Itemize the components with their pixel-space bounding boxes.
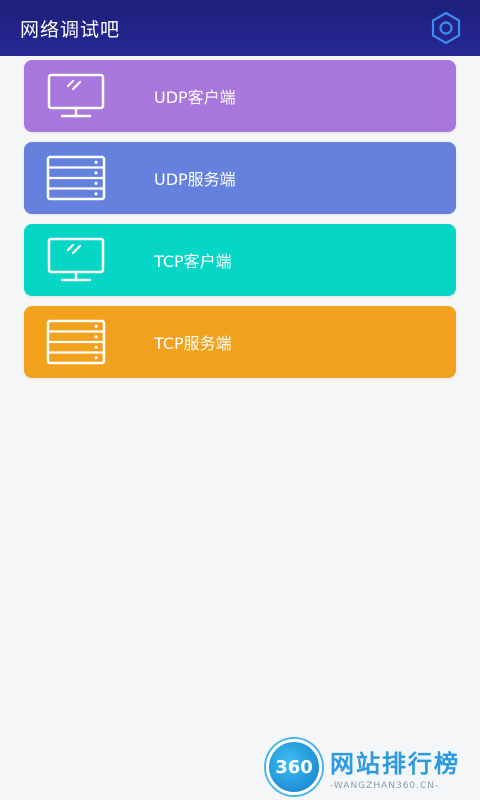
settings-button[interactable]: [428, 10, 464, 46]
udp-server-card[interactable]: UDP服务端: [24, 142, 456, 214]
tcp-server-card[interactable]: TCP服务端: [24, 306, 456, 378]
watermark-name: 网站排行榜: [330, 749, 460, 778]
watermark-domain: -WANGZHAN360.CN-: [330, 780, 440, 791]
watermark-badge: 360: [266, 739, 322, 795]
hexagon-settings-icon: [431, 11, 461, 45]
server-icon: [46, 154, 106, 202]
tcp-server-label: TCP服务端: [154, 334, 232, 353]
tcp-client-card[interactable]: TCP客户端: [24, 224, 456, 296]
udp-client-card[interactable]: UDP客户端: [24, 60, 456, 132]
app-bar: 网络调试吧: [0, 0, 480, 56]
udp-server-label: UDP服务端: [154, 170, 236, 189]
menu-list: UDP客户端 UDP服务端 TCP客户端 TCP服务端: [24, 60, 456, 388]
watermark: 360 网站排行榜 -WANGZHAN360.CN-: [266, 738, 476, 796]
watermark-text: 网站排行榜 -WANGZHAN360.CN-: [330, 744, 460, 791]
monitor-icon: [46, 72, 106, 120]
tcp-client-label: TCP客户端: [154, 252, 232, 271]
app-title: 网络调试吧: [20, 18, 121, 41]
server-icon: [46, 318, 106, 366]
udp-client-label: UDP客户端: [154, 88, 236, 107]
monitor-icon: [46, 236, 106, 284]
